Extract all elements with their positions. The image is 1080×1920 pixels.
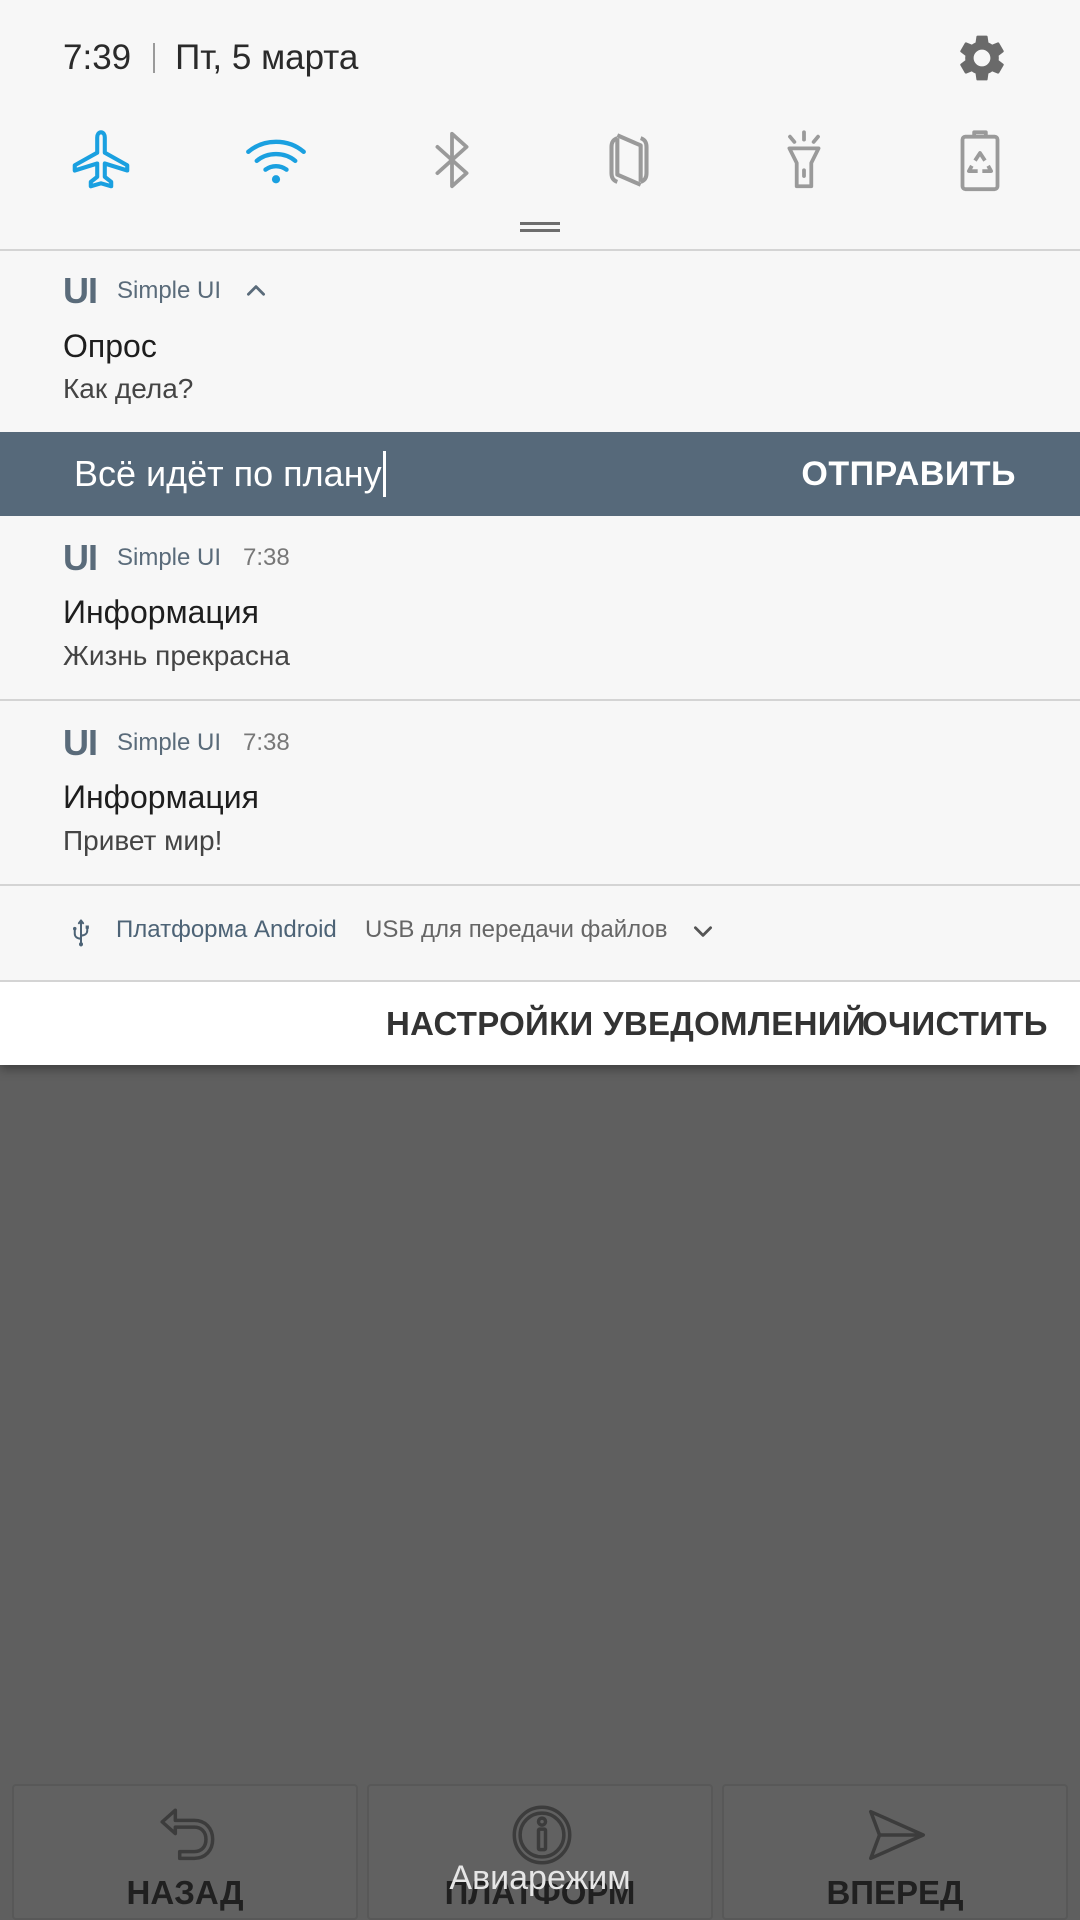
- battery-recycle-icon: [960, 130, 1000, 192]
- back-button[interactable]: НАЗАД: [12, 1784, 358, 1920]
- notification-text: Как дела?: [63, 373, 194, 404]
- notification-time: 7:38: [243, 729, 290, 756]
- forward-button[interactable]: ВПЕРЕД: [722, 1784, 1068, 1920]
- notification-item[interactable]: UI Simple UI 7:38 Информация Привет мир!: [0, 701, 1080, 884]
- app-name: Simple UI: [117, 729, 222, 756]
- system-notification[interactable]: Платформа Android USB для передачи файло…: [0, 886, 1080, 980]
- reply-input[interactable]: Всё идёт по плану: [74, 432, 774, 516]
- notification-item[interactable]: UI Simple UI Опрос Как дела?: [0, 251, 1080, 432]
- app-logo: UI: [63, 537, 98, 578]
- text-caret: [382, 451, 386, 497]
- platform-button[interactable]: ПЛАТФОРМ: [367, 1784, 713, 1920]
- clock: 7:39: [63, 38, 132, 77]
- drag-handle[interactable]: [520, 222, 560, 232]
- chevron-down-icon[interactable]: [690, 918, 716, 944]
- date: Пт, 5 марта: [175, 38, 359, 77]
- system-notification-source: Платформа Android: [116, 916, 337, 943]
- notification-header: UI Simple UI 7:38: [63, 722, 290, 763]
- quick-toggle-airplane[interactable]: [59, 118, 143, 202]
- wifi-icon: [246, 139, 306, 184]
- notification-title: Информация: [63, 779, 259, 815]
- bluetooth-icon: [435, 131, 469, 189]
- quick-toggle-bluetooth[interactable]: [410, 118, 494, 202]
- notification-time: 7:38: [243, 544, 290, 571]
- notification-text: Привет мир!: [63, 825, 223, 856]
- gear-icon: [960, 35, 1004, 81]
- clear-button[interactable]: ОЧИСТИТЬ: [862, 982, 1048, 1065]
- notification-text: Жизнь прекрасна: [63, 640, 290, 671]
- notification-title: Опрос: [63, 328, 157, 364]
- system-notification-message: USB для передачи файлов: [365, 916, 668, 943]
- usb-icon: [73, 919, 89, 947]
- chevron-up-icon[interactable]: [243, 278, 269, 304]
- reply-input-value: Всё идёт по плану: [74, 453, 382, 494]
- bottom-navigation: НАЗАД ПЛАТФОРМ ВПЕРЕД: [0, 1780, 1080, 1920]
- quick-toggle-flashlight[interactable]: [762, 118, 846, 202]
- notification-title: Информация: [63, 594, 259, 630]
- quick-toggle-power-saving[interactable]: [938, 118, 1022, 202]
- reply-bar: Всё идёт по плану ОТПРАВИТЬ: [0, 432, 1080, 516]
- airplane-icon: [72, 130, 130, 189]
- quick-toggle-nfc[interactable]: [587, 118, 671, 202]
- notification-header: UI Simple UI 7:38: [63, 537, 290, 578]
- quick-toggle-wifi[interactable]: [234, 118, 318, 202]
- toast-message: Авиарежим: [449, 1859, 631, 1897]
- quick-settings-row: [0, 118, 1080, 202]
- send-button[interactable]: ОТПРАВИТЬ: [801, 432, 1016, 516]
- flashlight-icon: [787, 130, 821, 189]
- app-logo: UI: [63, 722, 98, 763]
- notification-item[interactable]: UI Simple UI 7:38 Информация Жизнь прекр…: [0, 516, 1080, 699]
- status-separator: [153, 43, 156, 73]
- shade-actions-bar: НАСТРОЙКИ УВЕДОМЛЕНИЙ ОЧИСТИТЬ: [0, 982, 1080, 1065]
- notification-settings-button[interactable]: НАСТРОЙКИ УВЕДОМЛЕНИЙ: [386, 982, 866, 1065]
- status-row: 7:39 Пт, 5 марта: [63, 36, 358, 80]
- nfc-icon: [609, 133, 649, 187]
- app-logo: UI: [63, 270, 98, 311]
- app-name: Simple UI: [117, 544, 222, 571]
- notification-header: UI Simple UI: [63, 270, 269, 311]
- settings-button[interactable]: [954, 30, 1010, 86]
- notification-shade: 7:39 Пт, 5 марта UI Simple UI Опрос Как …: [0, 0, 1080, 1065]
- app-name: Simple UI: [117, 277, 222, 304]
